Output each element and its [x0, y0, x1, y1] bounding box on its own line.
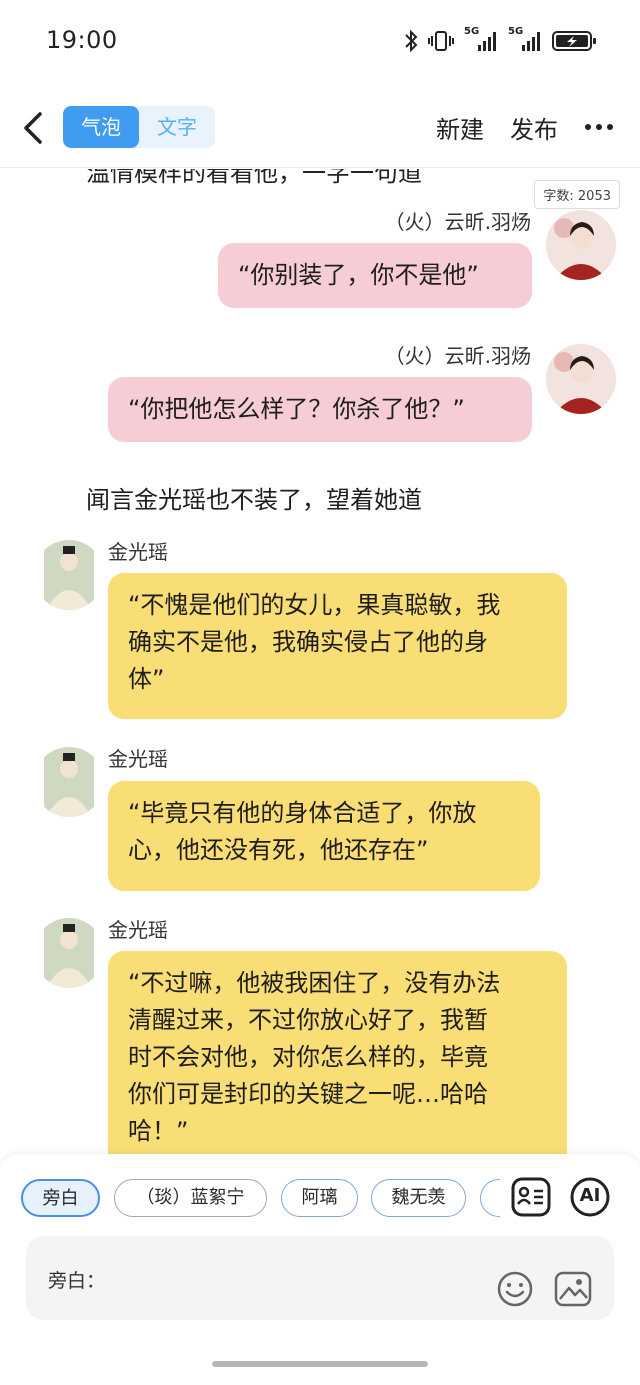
chat-bubble[interactable]: “毕竟只有他的身体合适了，你放 心，他还没有死，他还存在” [108, 781, 540, 891]
narration-text-partial: 温情模样的看看他，一字一句道 [86, 169, 422, 187]
battery-charging-icon [552, 29, 598, 53]
ai-button[interactable]: AI [569, 1176, 611, 1218]
chat-bubble[interactable]: “你别装了，你不是他” [218, 243, 532, 308]
chip-narration[interactable]: 旁白 [21, 1179, 100, 1217]
signal-5g-icon: 5G [464, 26, 498, 54]
home-indicator[interactable] [212, 1361, 428, 1367]
signal-5g-icon-2: 5G [508, 26, 542, 54]
sender-name: （火）云昕.羽炀 [384, 344, 531, 368]
tab-text[interactable]: 文字 [139, 106, 215, 148]
avatar[interactable] [34, 918, 104, 988]
back-button[interactable] [18, 108, 48, 148]
narration-text[interactable]: 闻言金光瑶也不装了，望着她道 [86, 480, 422, 515]
publish-button[interactable]: 发布 [510, 110, 558, 145]
emoji-button[interactable] [496, 1270, 534, 1308]
more-button[interactable] [584, 110, 614, 140]
chat-bubble-line: 心，他还没有死，他还存在” [128, 836, 429, 864]
more-dots-icon [585, 124, 613, 130]
character-card-button[interactable] [510, 1176, 552, 1218]
chat-bubble-line: 确实不是他，我确实侵占了他的身 [128, 628, 488, 656]
sender-name: （火）云昕.羽炀 [384, 210, 531, 234]
vibrate-icon [428, 29, 454, 53]
avatar[interactable] [546, 344, 616, 414]
input-role-label: 旁白： [48, 1270, 106, 1292]
character-chip-row[interactable]: 旁白 （琰）蓝絮宁 阿璃 魏无羡 [0, 1179, 500, 1219]
ai-label: AI [579, 1185, 601, 1206]
chat-bubble-line: “不过嘛，他被我困住了，没有办法 [128, 969, 501, 997]
image-button[interactable] [553, 1270, 593, 1308]
avatar[interactable] [34, 747, 104, 817]
bluetooth-icon [404, 29, 418, 53]
word-count-badge: 字数: 2053 [534, 180, 620, 209]
chat-bubble-line: 哈！” [128, 1117, 189, 1145]
message-input[interactable]: 旁白： [26, 1236, 614, 1320]
smile-icon [497, 1271, 533, 1307]
sender-name: 金光瑶 [108, 918, 168, 942]
composer-panel: 旁白 （琰）蓝絮宁 阿璃 魏无羡 AI 旁白： [0, 1154, 640, 1385]
chat-bubble-line: 你们可是封印的关键之一呢…哈哈 [128, 1080, 488, 1108]
chat-bubble-text: “你别装了，你不是他” [238, 261, 479, 289]
top-bar: 气泡 文字 新建 发布 [0, 88, 640, 168]
chat-bubble[interactable]: “不愧是他们的女儿，果真聪敏，我 确实不是他，我确实侵占了他的身 体” [108, 573, 567, 719]
sender-name: 金光瑶 [108, 747, 168, 771]
chat-area[interactable]: 温情模样的看看他，一字一句道 字数: 2053 （火）云昕.羽炀 “你别装了，你… [0, 169, 640, 1154]
status-bar: 19:00 5G 5G [0, 0, 640, 80]
chat-bubble-line: “毕竟只有他的身体合适了，你放 [128, 799, 477, 827]
chip-character[interactable]: 阿璃 [281, 1179, 358, 1217]
tab-bubble[interactable]: 气泡 [63, 106, 139, 148]
avatar[interactable] [34, 540, 104, 610]
chip-character[interactable]: （琰）蓝絮宁 [114, 1179, 267, 1217]
id-card-icon [511, 1177, 551, 1217]
image-icon [554, 1271, 592, 1307]
chat-bubble[interactable]: “你把他怎么样了？你杀了他？” [108, 377, 532, 442]
status-time: 19:00 [46, 26, 118, 54]
mode-toggle: 气泡 文字 [63, 106, 215, 148]
chat-bubble-line: 清醒过来，不过你放心好了，我暂 [128, 1006, 488, 1034]
chat-bubble[interactable]: “不过嘛，他被我困住了，没有办法 清醒过来，不过你放心好了，我暂 时不会对他，对… [108, 951, 567, 1154]
chevron-left-icon [24, 112, 42, 144]
status-icons: 5G 5G [404, 26, 598, 56]
avatar[interactable] [546, 210, 616, 280]
chip-character[interactable]: 魏无羡 [371, 1179, 466, 1217]
chat-bubble-line: 体” [128, 665, 165, 693]
chip-character-partial[interactable] [480, 1179, 500, 1217]
new-button[interactable]: 新建 [436, 110, 484, 145]
chat-bubble-line: “不愧是他们的女儿，果真聪敏，我 [128, 591, 501, 619]
network-type-label: 5G [508, 26, 524, 37]
network-type-label: 5G [464, 26, 480, 37]
sender-name: 金光瑶 [108, 540, 168, 564]
chat-bubble-text: “你把他怎么样了？你杀了他？” [128, 395, 465, 423]
chat-bubble-line: 时不会对他，对你怎么样的，毕竟 [128, 1043, 488, 1071]
